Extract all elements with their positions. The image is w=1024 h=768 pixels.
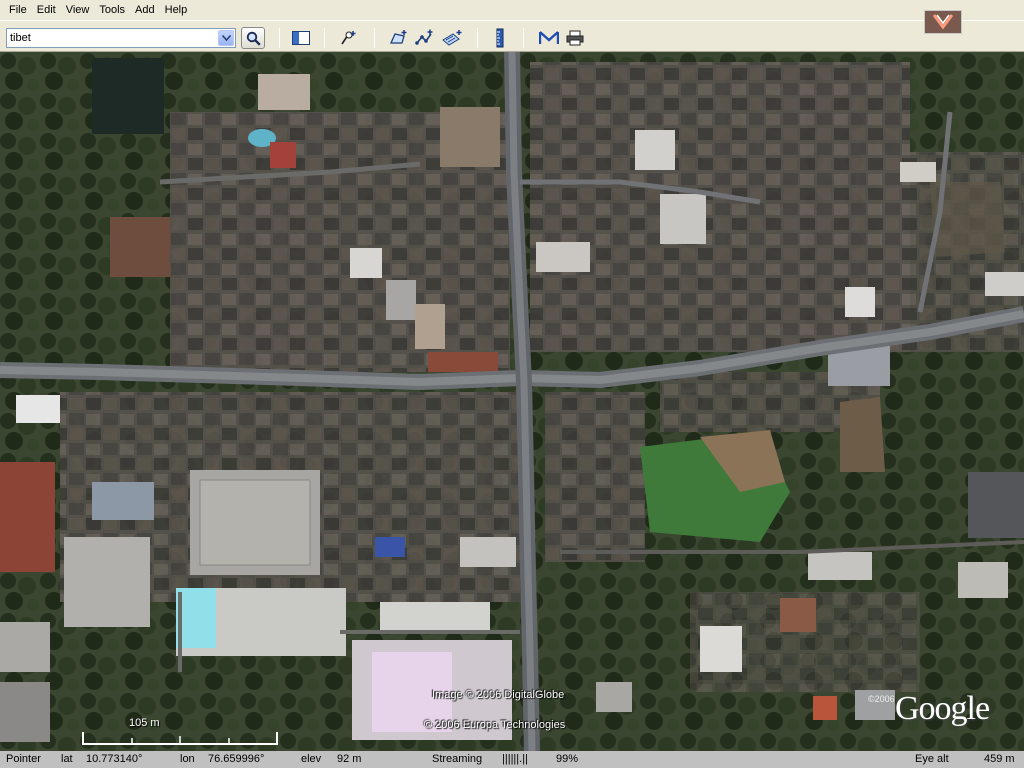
compass-button[interactable] <box>924 10 962 34</box>
lon-label: lon <box>180 753 195 765</box>
image-overlay-icon <box>442 30 462 46</box>
path-button[interactable] <box>414 29 436 47</box>
map-view[interactable]: Image © 2006 DigitalGlobe © 2006 Europa … <box>0 52 1024 751</box>
terrain-attribution: © 2006 Europa Technologies <box>424 719 566 731</box>
chevron-down-icon[interactable] <box>218 30 234 46</box>
toolbar-separator <box>324 28 325 48</box>
search-button[interactable] <box>241 27 265 49</box>
pointer-label: Pointer <box>6 753 41 765</box>
compass-icon <box>932 14 954 30</box>
menu-file[interactable]: File <box>4 0 32 20</box>
logo-copyright: ©2006 <box>868 694 895 704</box>
ruler-icon <box>496 28 504 48</box>
toolbar-separator <box>279 28 280 48</box>
placemark-icon <box>341 31 356 45</box>
streaming-percent: 99% <box>556 753 579 765</box>
toolbar <box>0 20 1024 52</box>
ruler-button[interactable] <box>489 28 511 48</box>
menu-add[interactable]: Add <box>130 0 160 20</box>
scale-label: 105 m <box>129 717 160 729</box>
menu-edit[interactable]: Edit <box>32 0 61 20</box>
streaming-label: Streaming <box>432 753 483 765</box>
search-input[interactable] <box>7 29 217 47</box>
menu-help[interactable]: Help <box>160 0 193 20</box>
sidebar-toggle-icon <box>292 31 310 45</box>
elev-label: elev <box>301 753 322 765</box>
sidebar-toggle-button[interactable] <box>290 29 312 47</box>
satellite-imagery[interactable] <box>0 52 1024 751</box>
lon-value: 76.659996° <box>208 753 265 765</box>
lat-value: 10.773140° <box>86 753 143 765</box>
placemark-button[interactable] <box>338 29 360 47</box>
print-button[interactable] <box>564 29 586 47</box>
scale-bar <box>82 732 278 745</box>
polygon-button[interactable] <box>388 29 410 47</box>
imagery-attribution: Image © 2006 DigitalGlobe <box>432 689 565 701</box>
menu-tools[interactable]: Tools <box>94 0 130 20</box>
toolbar-separator <box>523 28 524 48</box>
print-icon <box>566 30 584 46</box>
eye-alt-label: Eye alt <box>915 753 949 765</box>
polygon-icon <box>389 30 407 44</box>
email-icon <box>539 31 559 44</box>
eye-alt-value: 459 m <box>984 753 1015 765</box>
status-bar: Pointer lat 10.773140° lon 76.659996° el… <box>0 751 1024 768</box>
magnifier-icon <box>246 31 261 46</box>
image-overlay-button[interactable] <box>441 29 463 47</box>
lat-label: lat <box>61 753 73 765</box>
elev-value: 92 m <box>337 753 362 765</box>
toolbar-separator <box>374 28 375 48</box>
google-logo: Google <box>895 690 990 727</box>
menu-view[interactable]: View <box>61 0 95 20</box>
path-icon <box>415 29 433 45</box>
search-combobox[interactable] <box>6 28 236 48</box>
toolbar-separator <box>477 28 478 48</box>
menu-bar: File Edit View Tools Add Help <box>0 0 1024 20</box>
email-button[interactable] <box>538 29 560 47</box>
streaming-progress: ||||||.|| <box>502 753 528 765</box>
